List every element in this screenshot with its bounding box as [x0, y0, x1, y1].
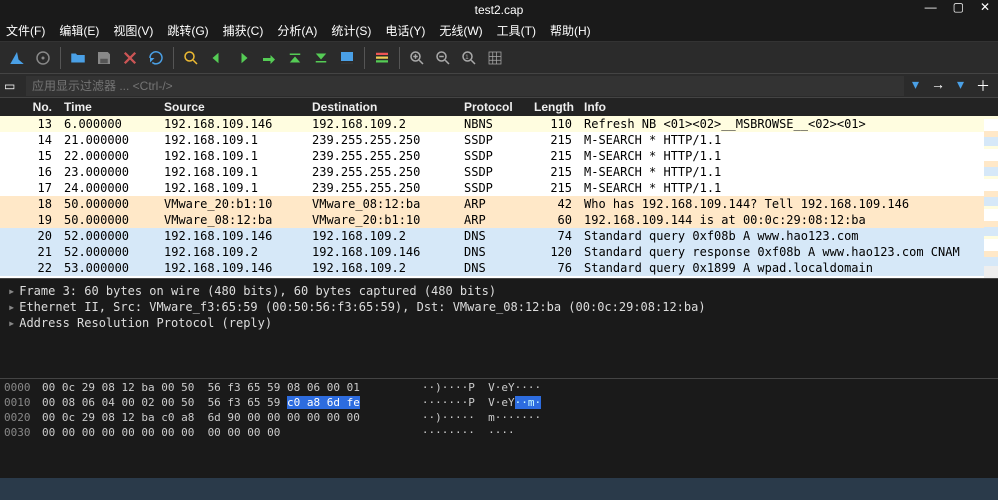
hex-row[interactable]: 002000 0c 29 08 12 ba c0 a8 6d 90 00 00 … — [4, 411, 994, 426]
zoom-out-icon[interactable] — [432, 47, 454, 69]
zoom-reset-icon[interactable]: 1 — [458, 47, 480, 69]
hex-row[interactable]: 000000 0c 29 08 12 ba 00 50 56 f3 65 59 … — [4, 381, 994, 396]
col-time[interactable]: Time — [58, 100, 158, 114]
menu-item[interactable]: 编辑(E) — [59, 22, 99, 39]
table-row[interactable]: 136.000000192.168.109.146192.168.109.2NB… — [0, 116, 998, 132]
menu-item[interactable]: 捕获(C) — [223, 22, 264, 39]
menu-item[interactable]: 分析(A) — [277, 22, 317, 39]
save-file-icon[interactable] — [93, 47, 115, 69]
tree-item[interactable]: ▸Address Resolution Protocol (reply) — [8, 315, 990, 331]
hex-row[interactable]: 001000 08 06 04 00 02 00 50 56 f3 65 59 … — [4, 396, 994, 411]
jump-to-icon[interactable] — [258, 47, 280, 69]
packet-list-header: No. Time Source Destination Protocol Len… — [0, 98, 998, 116]
reload-icon[interactable] — [145, 47, 167, 69]
table-row[interactable]: 2253.000000192.168.109.146192.168.109.2D… — [0, 260, 998, 276]
go-back-icon[interactable] — [206, 47, 228, 69]
table-row[interactable]: 1623.000000192.168.109.1239.255.255.250S… — [0, 164, 998, 180]
maximize-button[interactable]: ▢ — [949, 0, 968, 14]
toolbar: 1 — [0, 42, 998, 74]
menubar: 文件(F) 编辑(E) 视图(V) 跳转(G) 捕获(C) 分析(A) 统计(S) 电话(Y)… — [0, 20, 998, 42]
col-source[interactable]: Source — [158, 100, 306, 114]
menu-item[interactable]: 跳转(G) — [167, 22, 208, 39]
bookmark-icon[interactable]: ▭ — [4, 79, 22, 93]
col-length[interactable]: Length — [528, 100, 578, 114]
table-row[interactable]: 1421.000000192.168.109.1239.255.255.250S… — [0, 132, 998, 148]
close-button[interactable]: ✕ — [976, 0, 994, 14]
titlebar: test2.cap — ▢ ✕ — [0, 0, 998, 20]
menu-item[interactable]: 电话(Y) — [385, 22, 425, 39]
menu-item[interactable]: 帮助(H) — [550, 22, 591, 39]
filter-dropdown-icon[interactable]: ▾ — [908, 76, 923, 96]
shark-fin-icon[interactable] — [6, 47, 28, 69]
menu-item[interactable]: 工具(T) — [497, 22, 536, 39]
svg-text:1: 1 — [465, 54, 469, 60]
packet-bytes[interactable]: 000000 0c 29 08 12 ba 00 50 56 f3 65 59 … — [0, 378, 998, 478]
go-first-icon[interactable] — [284, 47, 306, 69]
filter-add-icon[interactable]: ＋ — [972, 76, 994, 96]
tree-item[interactable]: ▸Frame 3: 60 bytes on wire (480 bits), 6… — [8, 283, 990, 299]
filter-clear-icon[interactable]: ▾ — [953, 76, 968, 96]
go-forward-icon[interactable] — [232, 47, 254, 69]
table-row[interactable]: 1950.000000VMware_08:12:baVMware_20:b1:1… — [0, 212, 998, 228]
menu-item[interactable]: 文件(F) — [6, 22, 45, 39]
menu-item[interactable]: 统计(S) — [331, 22, 371, 39]
filter-apply-icon[interactable]: → — [927, 76, 949, 96]
resize-columns-icon[interactable] — [484, 47, 506, 69]
colorize-icon[interactable] — [371, 47, 393, 69]
close-file-icon[interactable] — [119, 47, 141, 69]
table-row[interactable]: 2152.000000192.168.109.2192.168.109.146D… — [0, 244, 998, 260]
menu-item[interactable]: 视图(V) — [113, 22, 153, 39]
capture-options-icon[interactable] — [32, 47, 54, 69]
auto-scroll-icon[interactable] — [336, 47, 358, 69]
hex-row[interactable]: 003000 00 00 00 00 00 00 00 00 00 00 00 … — [4, 426, 994, 441]
menu-item[interactable]: 无线(W) — [439, 22, 482, 39]
table-row[interactable]: 1850.000000VMware_20:b1:10VMware_08:12:b… — [0, 196, 998, 212]
col-info[interactable]: Info — [578, 100, 998, 114]
find-icon[interactable] — [180, 47, 202, 69]
zoom-in-icon[interactable] — [406, 47, 428, 69]
packet-list[interactable]: No. Time Source Destination Protocol Len… — [0, 98, 998, 278]
filter-bar: ▭ ▾ → ▾ ＋ — [0, 74, 998, 98]
col-no[interactable]: No. — [0, 100, 58, 114]
col-protocol[interactable]: Protocol — [458, 100, 528, 114]
minimize-button[interactable]: — — [921, 0, 941, 14]
table-row[interactable]: 1522.000000192.168.109.1239.255.255.250S… — [0, 148, 998, 164]
display-filter-input[interactable] — [26, 76, 904, 96]
packet-minimap[interactable] — [984, 116, 998, 278]
go-last-icon[interactable] — [310, 47, 332, 69]
col-destination[interactable]: Destination — [306, 100, 458, 114]
open-file-icon[interactable] — [67, 47, 89, 69]
packet-details[interactable]: ▸Frame 3: 60 bytes on wire (480 bits), 6… — [0, 278, 998, 378]
window-title: test2.cap — [475, 3, 524, 17]
table-row[interactable]: 2052.000000192.168.109.146192.168.109.2D… — [0, 228, 998, 244]
table-row[interactable]: 1724.000000192.168.109.1239.255.255.250S… — [0, 180, 998, 196]
tree-item[interactable]: ▸Ethernet II, Src: VMware_f3:65:59 (00:5… — [8, 299, 990, 315]
